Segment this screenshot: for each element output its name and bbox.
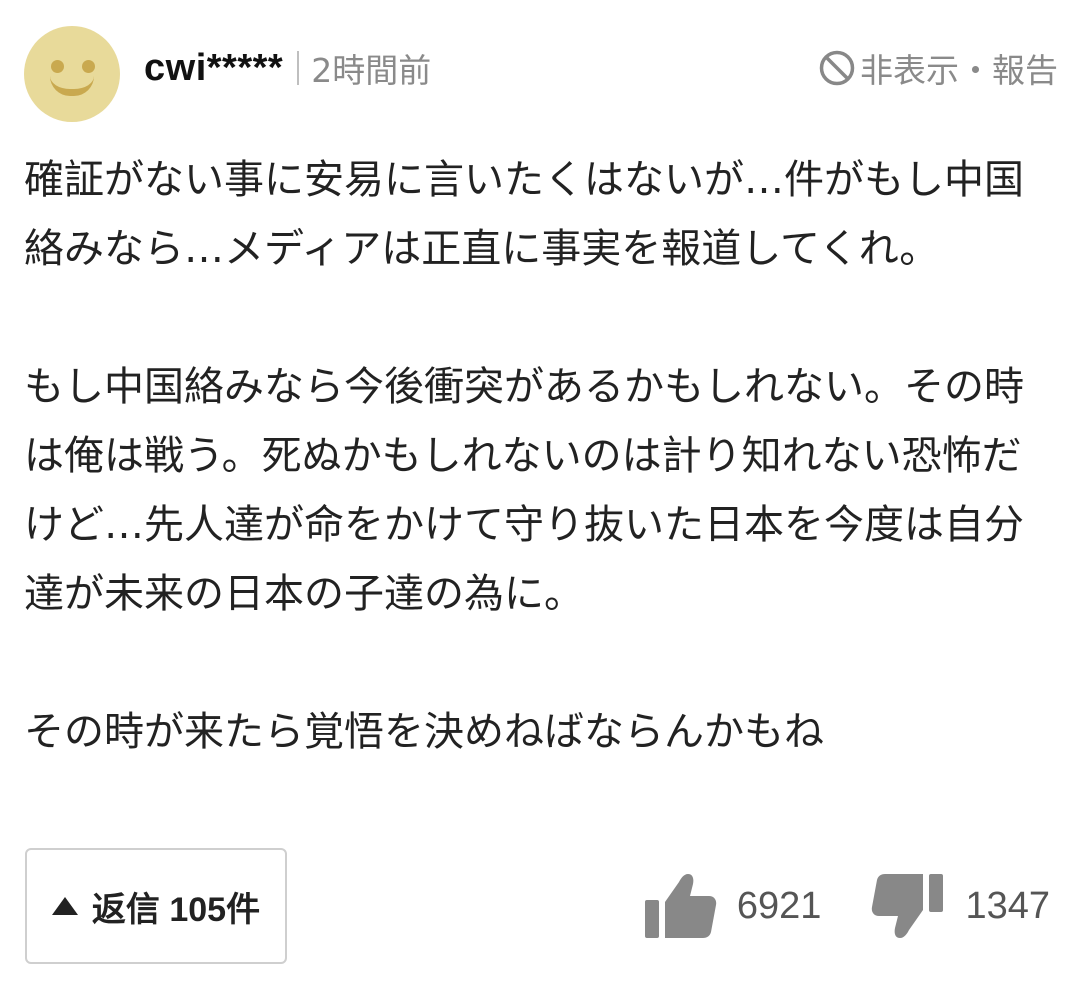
timestamp: 2時間前 bbox=[311, 51, 432, 90]
comment-header: cwi***** 2時間前 非表示・報告 bbox=[24, 26, 1058, 122]
comment-paragraph: 確証がない事に安易に言いたくはないが…件がもし中国絡みなら…メディアは正直に事実… bbox=[24, 157, 1024, 272]
triangle-up-icon bbox=[51, 897, 78, 915]
reply-button[interactable]: 返信 105件 bbox=[25, 848, 287, 964]
smiley-face-icon bbox=[24, 26, 120, 122]
comment-card: cwi***** 2時間前 非表示・報告 確証がない事に安易に言いたくはないが…… bbox=[0, 0, 1080, 1004]
ban-icon bbox=[818, 49, 856, 87]
hide-report-label: 非表示・報告 bbox=[860, 51, 1058, 90]
thumbs-up-icon bbox=[643, 872, 717, 940]
thumbs-down-icon bbox=[871, 872, 945, 940]
comment-body: 確証がない事に安易に言いたくはないが…件がもし中国絡みなら…メディアは正直に事実… bbox=[24, 146, 1054, 767]
like-button[interactable]: 6921 bbox=[643, 872, 822, 940]
username[interactable]: cwi***** bbox=[144, 47, 283, 90]
comment-paragraph: もし中国絡みなら今後衝突があるかもしれない。その時は俺は戦う。死ぬかもしれないの… bbox=[24, 364, 1024, 617]
comment-paragraph: その時が来たら覚悟を決めねばならんかもね bbox=[24, 709, 824, 755]
dislike-button[interactable]: 1347 bbox=[871, 872, 1050, 940]
dislike-count: 1347 bbox=[965, 884, 1050, 927]
comment-meta: cwi***** 2時間前 bbox=[144, 44, 431, 92]
reply-label: 返信 105件 bbox=[91, 890, 261, 929]
hide-report-button[interactable]: 非表示・報告 bbox=[818, 44, 1058, 92]
vote-bar: 6921 1347 bbox=[643, 866, 1050, 946]
meta-divider bbox=[297, 51, 300, 85]
like-count: 6921 bbox=[736, 884, 822, 927]
